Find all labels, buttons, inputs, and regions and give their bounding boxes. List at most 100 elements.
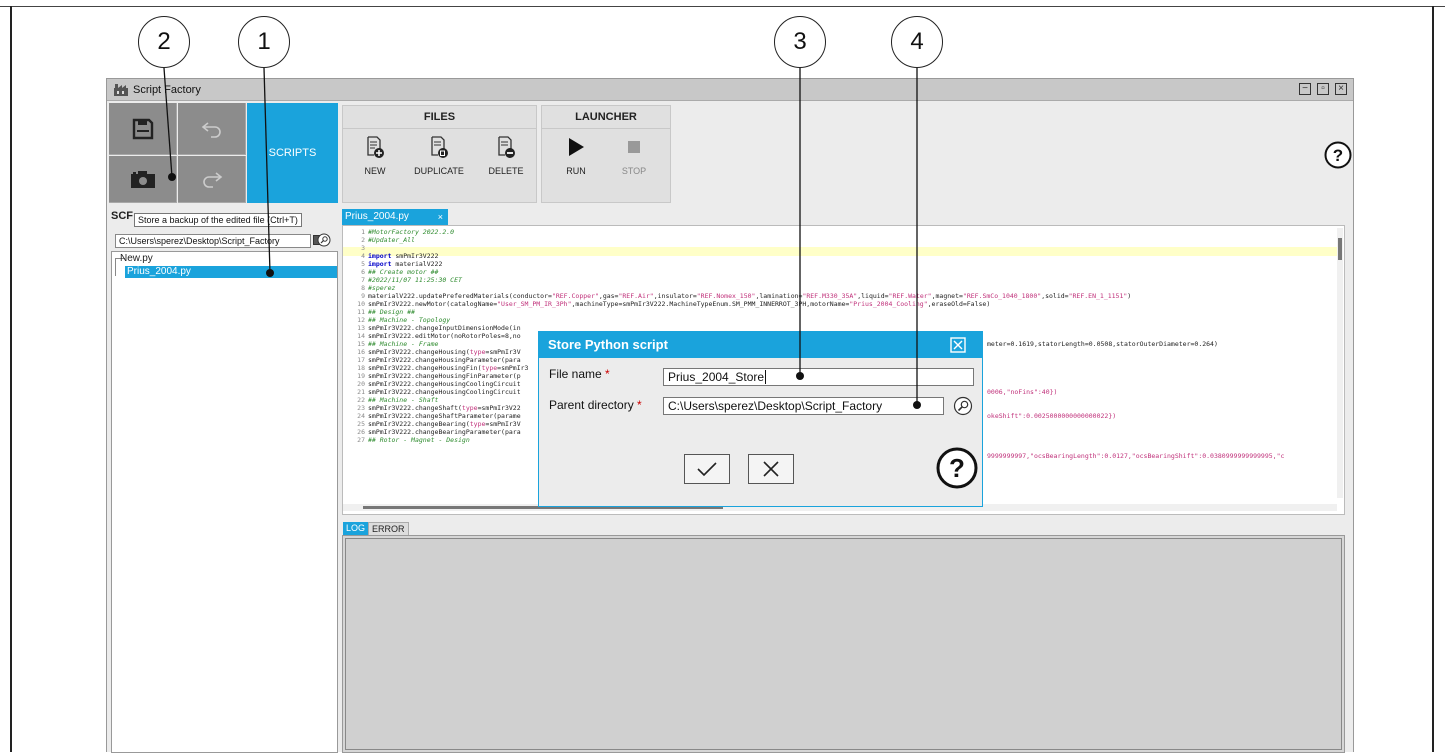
line-number: 6 (361, 268, 365, 276)
line-number: 9 (361, 292, 365, 300)
file-name-label: File name * (549, 367, 610, 381)
redo-icon (202, 172, 222, 188)
undo-icon (201, 121, 221, 138)
code-line: 18 smPmIr3V222.changeHousingFin(type=smPm… (343, 364, 528, 372)
line-number: 19 (357, 372, 365, 380)
file-name-label-text: File name (549, 367, 602, 381)
stop-icon (628, 141, 640, 153)
code-token: "REF.M330_35A" (802, 292, 858, 300)
line-number: 4 (361, 252, 365, 260)
code-line: 17 smPmIr3V222.changeHousingParameter(par… (343, 356, 520, 364)
line-number: 25 (357, 420, 365, 428)
file-name-field[interactable]: Prius_2004_Store (663, 368, 974, 386)
check-icon (697, 462, 717, 477)
undo-button[interactable] (178, 103, 246, 155)
code-token: "REF.SmCo_1040_1800" (962, 292, 1042, 300)
line-number: 20 (357, 380, 365, 388)
stop-button[interactable]: STOP (614, 136, 654, 176)
tab-close-icon[interactable]: × (438, 209, 443, 225)
delete-button[interactable]: DELETE (481, 136, 531, 176)
help-icon[interactable]: ? (1324, 141, 1352, 169)
code-line: 2 #Updater_All (343, 236, 415, 244)
new-button[interactable]: NEW (355, 136, 395, 176)
code-line: 14 smPmIr3V222.editMotor(noRotorPoles=8,n… (343, 332, 521, 340)
confirm-button[interactable] (684, 454, 730, 484)
parent-directory-field[interactable]: C:\Users\sperez\Desktop\Script_Factory (663, 397, 944, 415)
code-token: type (469, 348, 486, 356)
code-line: 21 smPmIr3V222.changeHousingCoolingCircui… (343, 388, 520, 396)
close-icon[interactable] (950, 337, 966, 353)
code-token: =smPmIr3V (485, 420, 521, 428)
code-token: ## Design ## (368, 308, 415, 316)
restore-icon[interactable]: ▫ (1317, 83, 1329, 95)
line-number: 7 (361, 276, 365, 284)
minimize-icon[interactable]: − (1299, 83, 1311, 95)
file-name-value: Prius_2004_Store (668, 370, 765, 384)
cancel-button[interactable] (748, 454, 794, 484)
tab-error[interactable]: ERROR (368, 522, 409, 536)
vertical-scroll-thumb[interactable] (1338, 238, 1342, 260)
redo-button[interactable] (178, 156, 246, 203)
line-number: 23 (357, 404, 365, 412)
scripts-path-text: C:\Users\sperez\Desktop\Script_Factory (119, 236, 280, 246)
frame-border-left (10, 6, 12, 752)
scripts-path-field[interactable]: C:\Users\sperez\Desktop\Script_Factory (115, 234, 311, 248)
help-icon[interactable]: ? (936, 447, 978, 489)
code-token: smPmIr3V222.changeBearing( (368, 420, 470, 428)
new-file-icon (367, 136, 384, 158)
tab-scripts[interactable]: SCRIPTS (247, 103, 338, 203)
browse-directory-icon[interactable] (953, 396, 973, 416)
code-token: "REF.Water" (888, 292, 932, 300)
delete-file-icon (498, 136, 515, 158)
store-python-script-dialog: Store Python script File name * Prius_20… (538, 331, 983, 507)
vertical-scrollbar[interactable] (1337, 228, 1343, 498)
title-bar: Script Factory − ▫ × (107, 79, 1353, 101)
run-button[interactable]: RUN (556, 136, 596, 176)
file-item-prius[interactable]: Prius_2004.py (125, 266, 337, 278)
launcher-group: LAUNCHER RUN STOP (541, 105, 671, 203)
code-token: ## Machine - Topology (368, 316, 451, 324)
code-token: #2022/11/07 11:25:30 CET (368, 276, 462, 284)
store-backup-button[interactable] (109, 156, 177, 203)
code-token: ,machineType=smPmIr3V222.MachineTypeEnum… (571, 300, 850, 308)
save-button[interactable] (109, 103, 177, 155)
duplicate-label: DUPLICATE (414, 166, 464, 176)
stop-label: STOP (621, 166, 647, 176)
log-output (345, 538, 1342, 750)
duplicate-button[interactable]: DUPLICATE (407, 136, 471, 176)
code-token: smPmIr3V222.editMotor(noRotorPoles=8,no (368, 332, 521, 340)
code-line: 23 smPmIr3V222.changeShaft(type=smPmIr3V2… (343, 404, 520, 412)
code-token: #MotorFactory 2022.2.0 (368, 228, 455, 236)
play-icon (569, 138, 584, 156)
line-number: 24 (357, 412, 365, 420)
tab-log[interactable]: LOG (343, 522, 369, 536)
window-title: Script Factory (133, 83, 201, 96)
line-number: 21 (357, 388, 365, 396)
code-line: 20 smPmIr3V222.changeHousingCoolingCircui… (343, 380, 520, 388)
close-icon[interactable]: × (1335, 83, 1347, 95)
code-token: "REF.Nomex_150" (696, 292, 756, 300)
files-group-title: FILES (343, 106, 536, 129)
code-token: ,liquid= (857, 292, 889, 300)
browse-icon[interactable] (317, 233, 331, 247)
code-token: #Updater_All (368, 236, 415, 244)
line-number: 27 (357, 436, 365, 444)
tab-prius-2004[interactable]: Prius_2004.py × (342, 209, 448, 225)
cross-icon (763, 461, 779, 477)
code-token: smPmIr3V222.changeHousingFinParameter(p (368, 372, 521, 380)
code-line: 10 smPmIr3V222.newMotor(catalogName="User… (343, 300, 990, 308)
file-item-new[interactable]: New.py (120, 253, 153, 264)
code-line: 13 smPmIr3V222.changeInputDimensionMode(i… (343, 324, 521, 332)
code-token: type (461, 404, 478, 412)
callout-4: 4 (891, 16, 943, 68)
line-number: 17 (357, 356, 365, 364)
editor-tab-label: Prius_2004.py (345, 211, 409, 222)
line-number: 16 (357, 348, 365, 356)
code-line: 4 import smPmIr3V222 (343, 252, 438, 260)
code-line: 7 #2022/11/07 11:25:30 CET (343, 276, 462, 284)
code-token: smPmIr3V222.newMotor(catalogName= (368, 300, 498, 308)
line-number: 22 (357, 396, 365, 404)
code-token: smPmIr3V222.changeInputDimensionMode(in (368, 324, 521, 332)
text-caret (765, 370, 767, 384)
line-number: 1 (361, 228, 365, 236)
